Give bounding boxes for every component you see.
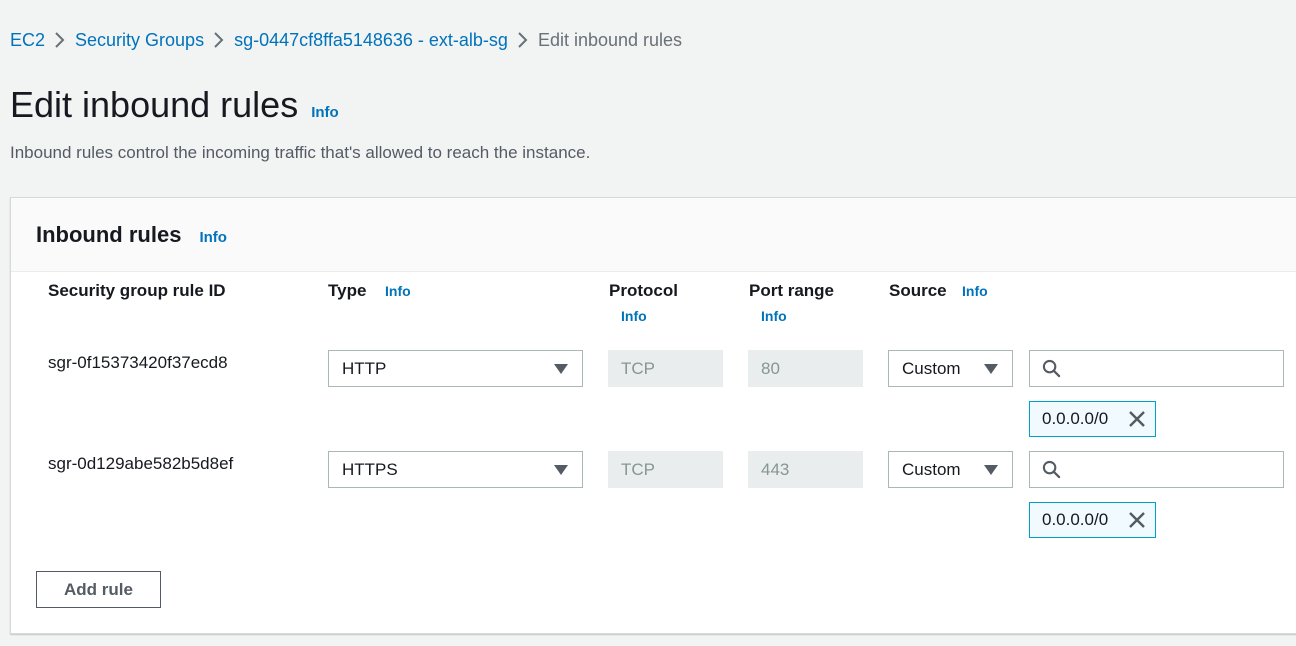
column-header-type: Type [328,281,367,300]
source-select-value: Custom [902,358,961,378]
type-info-link[interactable]: Info [385,283,411,299]
breadcrumb-security-group-link[interactable]: sg-0447cf8ffa5148636 - ext-alb-sg [234,30,508,51]
panel-header: Inbound rules Info [11,198,1296,272]
port-range-value: 80 [761,358,780,378]
rule-id: sgr-0d129abe582b5d8ef [48,454,234,473]
page-title: Edit inbound rules [10,84,299,125]
source-info-link[interactable]: Info [962,283,988,299]
protocol-value: TCP [621,358,655,378]
close-icon[interactable] [1128,511,1146,529]
column-header-rule-id: Security group rule ID [48,281,226,300]
source-search-input[interactable] [1029,350,1284,387]
caret-down-icon [554,364,568,374]
chevron-right-icon [204,28,234,52]
source-select[interactable]: Custom [888,451,1013,488]
column-header-port-range: Port range [749,281,835,300]
breadcrumb-ec2-link[interactable]: EC2 [10,30,45,51]
cidr-token: 0.0.0.0/0 [1029,502,1156,538]
close-icon[interactable] [1128,410,1146,428]
caret-down-icon [554,465,568,475]
cidr-token: 0.0.0.0/0 [1029,401,1156,437]
column-header-source: Source [889,281,947,300]
port-range-info-link[interactable]: Info [761,308,787,324]
panel-info-link[interactable]: Info [199,229,227,246]
caret-down-icon [984,465,998,475]
source-search-input[interactable] [1029,451,1284,488]
type-select-value: HTTP [342,358,387,378]
column-header-protocol: Protocol [609,281,678,300]
port-range-field: 443 [748,451,863,488]
search-icon [1042,460,1061,479]
panel-title: Inbound rules [36,221,182,247]
add-rule-button[interactable]: Add rule [36,571,161,608]
caret-down-icon [984,364,998,374]
breadcrumb-security-groups-link[interactable]: Security Groups [75,30,204,51]
page-info-link[interactable]: Info [311,104,339,121]
breadcrumb-current-page: Edit inbound rules [537,29,683,50]
type-select[interactable]: HTTPS [328,451,583,488]
protocol-field: TCP [608,451,723,488]
source-select-value: Custom [902,459,961,479]
rule-id: sgr-0f15373420f37ecd8 [48,353,228,372]
breadcrumb: EC2 Security Groups sg-0447cf8ffa5148636… [10,28,682,52]
page-header: Edit inbound rules Info [10,84,339,126]
cidr-token-value: 0.0.0.0/0 [1042,510,1109,529]
protocol-value: TCP [621,459,655,479]
page-description: Inbound rules control the incoming traff… [10,143,591,162]
search-icon [1042,359,1061,378]
source-select[interactable]: Custom [888,350,1013,387]
protocol-field: TCP [608,350,723,387]
type-select[interactable]: HTTP [328,350,583,387]
chevron-right-icon [508,28,538,52]
cidr-token-value: 0.0.0.0/0 [1042,409,1109,428]
port-range-value: 443 [761,459,790,479]
inbound-rules-panel: Inbound rules Info Security group rule I… [10,197,1296,634]
chevron-right-icon [45,28,75,52]
type-select-value: HTTPS [342,459,398,479]
port-range-field: 80 [748,350,863,387]
protocol-info-link[interactable]: Info [621,308,647,324]
